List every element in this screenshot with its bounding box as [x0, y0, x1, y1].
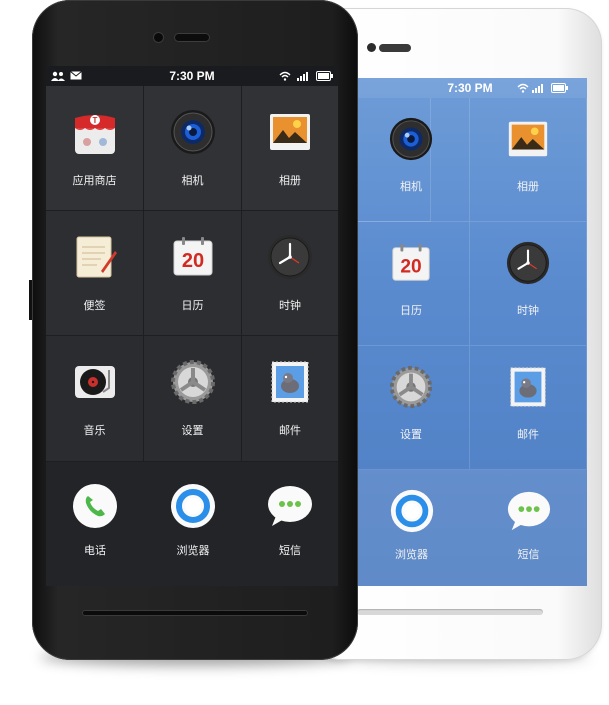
app-tile-music[interactable]: 音乐: [46, 336, 144, 462]
app-label: 音乐: [83, 425, 106, 437]
app-tile-calendar[interactable]: 20 日历: [353, 222, 470, 346]
app-tile-calendar[interactable]: 20 日历: [144, 211, 242, 336]
music-icon: [71, 358, 119, 406]
status-bar: 7:30 PM: [353, 78, 587, 98]
status-time: 7:30 PM: [169, 69, 215, 83]
app-label: 设置: [400, 429, 422, 441]
gallery-icon: [266, 108, 314, 156]
bottom-speaker: [82, 610, 308, 616]
app-tile-clock[interactable]: 时钟: [242, 211, 338, 336]
app-tile-clock[interactable]: 时钟: [470, 222, 587, 346]
app-label: 相册: [279, 175, 301, 187]
dock: 电话 浏览器 短信: [46, 462, 338, 586]
app-tile-browser[interactable]: 浏览器: [144, 462, 242, 586]
mail-icon: [505, 364, 551, 410]
sms-icon: [506, 488, 552, 534]
wifi-icon: [279, 71, 291, 81]
signal-icon: [532, 84, 543, 93]
app-tile-notes[interactable]: 便签: [46, 211, 144, 336]
wifi-icon: [517, 83, 529, 93]
app-label: 应用商店: [72, 175, 117, 187]
black-phone: 7:30 PM T 应用商店 相机 相册 便签 20 日历 时钟 音乐 设置 邮…: [29, 0, 358, 660]
app-label: 浏览器: [176, 545, 210, 557]
status-bar: 7:30 PM: [46, 66, 338, 86]
app-label: 浏览器: [395, 549, 428, 561]
app-label: 日历: [181, 300, 204, 312]
app-label: 邮件: [279, 425, 301, 437]
app-tile-settings[interactable]: 设置: [144, 336, 242, 462]
camera-icon: [388, 116, 434, 162]
calendar-day: 20: [400, 257, 421, 278]
camera-icon: [169, 108, 217, 156]
sms-icon: [266, 482, 314, 530]
app-tile-camera[interactable]: 相机: [144, 86, 242, 211]
app-tile-gallery[interactable]: 相册: [242, 86, 338, 211]
app-label: 电话: [84, 545, 106, 557]
app-tile-app-store[interactable]: T 应用商店: [46, 86, 144, 211]
calendar-icon: 20: [169, 233, 217, 281]
calendar-day: 20: [181, 250, 203, 272]
white-phone-screen: 7:30 PM 相机 相册 20 日历 时钟 设置 邮件 浏览器 短信: [353, 78, 587, 586]
notes-icon: [71, 233, 119, 281]
battery-icon: [316, 71, 333, 81]
app-store-icon: T: [71, 108, 119, 156]
app-label: 相机: [400, 181, 422, 193]
app-tile-sms[interactable]: 短信: [470, 470, 587, 586]
app-tile-camera[interactable]: 相机: [353, 98, 470, 222]
phone-icon: [71, 482, 119, 530]
app-tile-mail[interactable]: 邮件: [470, 346, 587, 470]
bottom-speaker: [357, 609, 543, 615]
battery-icon: [551, 83, 568, 93]
browser-icon: [169, 482, 217, 530]
app-tile-settings[interactable]: 设置: [353, 346, 470, 470]
app-label: 短信: [279, 545, 301, 557]
app-label: 便签: [83, 300, 106, 312]
settings-icon: [388, 364, 434, 410]
svg-text:T: T: [92, 116, 97, 125]
app-label: 邮件: [517, 429, 539, 441]
browser-icon: [389, 488, 435, 534]
clock-icon: [505, 240, 551, 286]
app-tile-browser[interactable]: 浏览器: [353, 470, 470, 586]
app-tile-gallery[interactable]: 相册: [470, 98, 587, 222]
black-phone-screen: 7:30 PM T 应用商店 相机 相册 便签 20 日历 时钟 音乐 设置 邮…: [46, 66, 338, 586]
calendar-icon: 20: [388, 240, 434, 286]
settings-icon: [169, 358, 217, 406]
app-tile-phone[interactable]: 电话: [46, 462, 144, 586]
dock: 浏览器 短信: [353, 470, 587, 586]
signal-icon: [297, 72, 308, 81]
app-tile-sms[interactable]: 短信: [242, 462, 338, 586]
app-label: 设置: [181, 425, 204, 437]
app-label: 时钟: [517, 305, 539, 317]
earpiece-speaker: [174, 33, 210, 42]
app-label: 相册: [517, 181, 539, 193]
app-label: 日历: [400, 305, 422, 317]
app-label: 短信: [517, 549, 540, 561]
earpiece-speaker: [379, 44, 411, 52]
app-label: 时钟: [279, 300, 301, 312]
front-camera: [154, 33, 163, 42]
app-label: 相机: [181, 175, 204, 187]
mail-icon: [266, 358, 314, 406]
front-camera: [367, 43, 376, 52]
clock-icon: [266, 233, 314, 281]
side-button: [29, 280, 32, 320]
gallery-icon: [505, 116, 551, 162]
app-tile-mail[interactable]: 邮件: [242, 336, 338, 462]
